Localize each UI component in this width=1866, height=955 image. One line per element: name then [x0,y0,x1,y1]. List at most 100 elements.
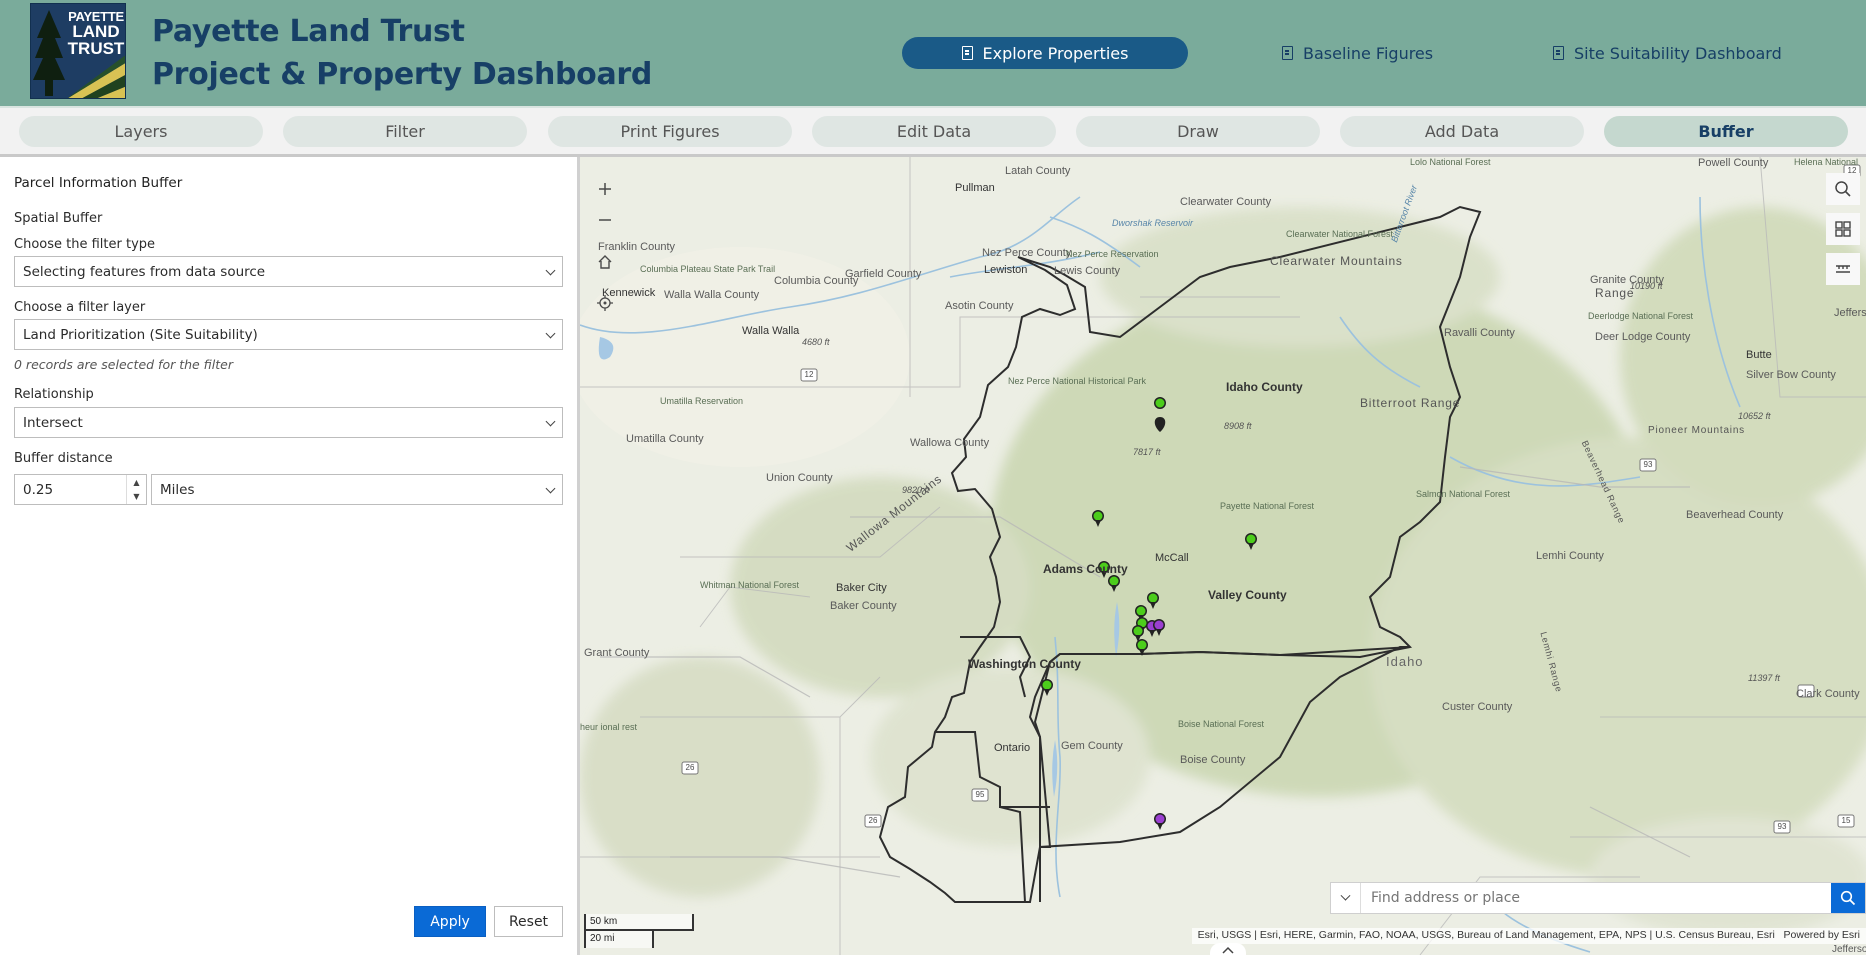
label-umatilla-county: Umatilla County [626,433,704,445]
label-walla-walla: Walla Walla [742,325,800,337]
expand-attribution-button[interactable] [1210,943,1246,955]
filter-layer-label: Choose a filter layer [14,300,146,315]
relationship-select[interactable]: Intersect [14,407,563,438]
label-butte: Butte [1746,349,1772,361]
label-granite-range: Range [1595,286,1635,300]
buffer-distance-input[interactable]: 0.25 ▲ ▼ [14,474,147,505]
chevron-down-icon [545,265,556,276]
label-asotin-county: Asotin County [945,300,1014,312]
filter-type-select[interactable]: Selecting features from data source [14,256,563,287]
measure-icon[interactable] [1826,253,1860,285]
label-idaho-state: Idaho [1386,654,1424,669]
label-boise-county: Boise County [1180,754,1246,766]
label-beaverhead-county: Beaverhead County [1686,509,1784,521]
label-powell-county: Powell County [1698,157,1769,169]
label-columbia-county: Columbia County [774,275,859,287]
label-malheur-forest: heur ional rest [580,722,637,733]
label-ontario: Ontario [994,742,1031,754]
label-deer-lodge-county: Deer Lodge County [1595,331,1691,343]
label-idaho-county: Idaho County [1226,380,1303,394]
address-search: Find address or place [1330,882,1866,914]
filter-layer-select[interactable]: Land Prioritization (Site Suitability) [14,319,563,350]
tab-draw[interactable]: Draw [1076,116,1320,147]
app-header: PAYETTE LAND TRUST Payette Land Trust Pr… [0,0,1866,106]
home-icon[interactable] [588,247,622,277]
nav-explore-properties[interactable]: Explore Properties [902,37,1188,69]
label-clark-county: Clark County [1796,688,1860,700]
app-title-line1: Payette Land Trust [152,14,465,49]
attribution-text: Esri, USGS | Esri, HERE, Garmin, FAO, NO… [1197,929,1775,941]
relationship-label: Relationship [14,387,94,402]
label-pioneer-mountains: Pioneer Mountains [1648,425,1745,436]
spatial-buffer-heading: Spatial Buffer [14,211,103,226]
apply-button[interactable]: Apply [414,906,486,937]
label-clearwater-county: Clearwater County [1180,196,1272,208]
map-view[interactable]: Latah County Pullman Clearwater County D… [580,157,1866,955]
label-bitterroot-range: Bitterroot Range [1360,396,1461,410]
logo-text: PAYETTE LAND TRUST [67,10,125,57]
scale-km: 50 km [584,914,694,931]
scale-mi: 20 mi [584,931,654,948]
nav-baseline-figures[interactable]: Baseline Figures [1282,37,1433,69]
powered-by-esri[interactable]: Powered by Esri [1784,929,1860,941]
filter-type-value: Selecting features from data source [23,263,266,280]
tool-tab-bar: Layers Filter Print Figures Edit Data Dr… [0,106,1866,157]
label-adams-county: Adams County [1043,562,1128,576]
label-valley-county: Valley County [1208,588,1287,602]
locate-icon[interactable] [588,288,622,318]
label-baker-city: Baker City [836,582,887,594]
filter-layer-value: Land Prioritization (Site Suitability) [23,326,258,343]
zoom-out-icon[interactable] [588,205,622,235]
buffer-panel: Parcel Information Buffer Spatial Buffer… [0,157,580,955]
route-95-shield: 95 [975,790,985,799]
label-payette-forest: Payette National Forest [1220,501,1315,511]
logo-line2: LAND [72,22,120,41]
tab-print-figures[interactable]: Print Figures [548,116,792,147]
label-nez-perce-county: Nez Perce County [982,247,1072,259]
panel-title: Parcel Information Buffer [14,175,183,191]
tab-filter[interactable]: Filter [283,116,527,147]
nav-site-suitability-dashboard[interactable]: Site Suitability Dashboard [1553,37,1782,69]
label-elev-9820: 9820 ft [902,485,930,495]
search-submit-button[interactable] [1831,883,1865,913]
map-attribution: Esri, USGS | Esri, HERE, Garmin, FAO, NO… [1191,928,1866,944]
label-clearwater-forest: Clearwater National Forest [1286,229,1394,239]
label-boise-forest: Boise National Forest [1178,719,1265,729]
reset-button[interactable]: Reset [494,906,563,937]
label-helena-forest: Helena National [1794,157,1859,167]
label-elev-4680: 4680 ft [802,337,830,347]
tab-buffer[interactable]: Buffer [1604,116,1848,147]
label-wallowa-county: Wallowa County [910,437,990,449]
nav-site-suitability-label: Site Suitability Dashboard [1574,43,1782,63]
basemap-gallery-icon[interactable] [1826,213,1860,245]
buffer-units-select[interactable]: Miles [151,474,563,505]
tab-edit-data[interactable]: Edit Data [812,116,1056,147]
address-search-input[interactable]: Find address or place [1361,890,1831,906]
step-down-icon[interactable]: ▼ [127,489,146,503]
label-walla-walla-county: Walla Walla County [664,289,760,301]
zoom-in-icon[interactable] [588,174,622,204]
label-umatilla-reservation: Umatilla Reservation [660,396,744,406]
label-salmon-forest: Salmon National Forest [1416,489,1511,499]
search-icon[interactable] [1826,173,1860,205]
tab-add-data[interactable]: Add Data [1340,116,1584,147]
label-lewis-county: Lewis County [1054,265,1121,277]
label-silver-bow-county: Silver Bow County [1746,369,1836,381]
label-mccall: McCall [1155,552,1189,564]
label-lolo-forest: Lolo National Forest [1410,157,1491,167]
search-source-dropdown[interactable] [1331,883,1361,913]
label-deerlodge-forest: Deerlodge National Forest [1588,311,1694,321]
step-up-icon[interactable]: ▲ [127,475,146,489]
buffer-distance-label: Buffer distance [14,451,113,466]
filter-type-label: Choose the filter type [14,237,156,252]
route-15-shield: 15 [1841,816,1851,825]
label-grant-county: Grant County [584,647,650,659]
label-nez-perce-park: Nez Perce National Historical Park [1008,376,1146,387]
route-26-shield: 26 [685,763,695,772]
label-nez-perce-reservation: Nez Perce Reservation [1066,249,1159,259]
label-columbia-trail: Columbia Plateau State Park Trail [640,264,775,275]
label-latah-county: Latah County [1005,165,1071,177]
label-clearwater-mountains: Clearwater Mountains [1270,254,1403,268]
tab-layers[interactable]: Layers [19,116,263,147]
buffer-distance-stepper[interactable]: ▲ ▼ [126,475,146,504]
